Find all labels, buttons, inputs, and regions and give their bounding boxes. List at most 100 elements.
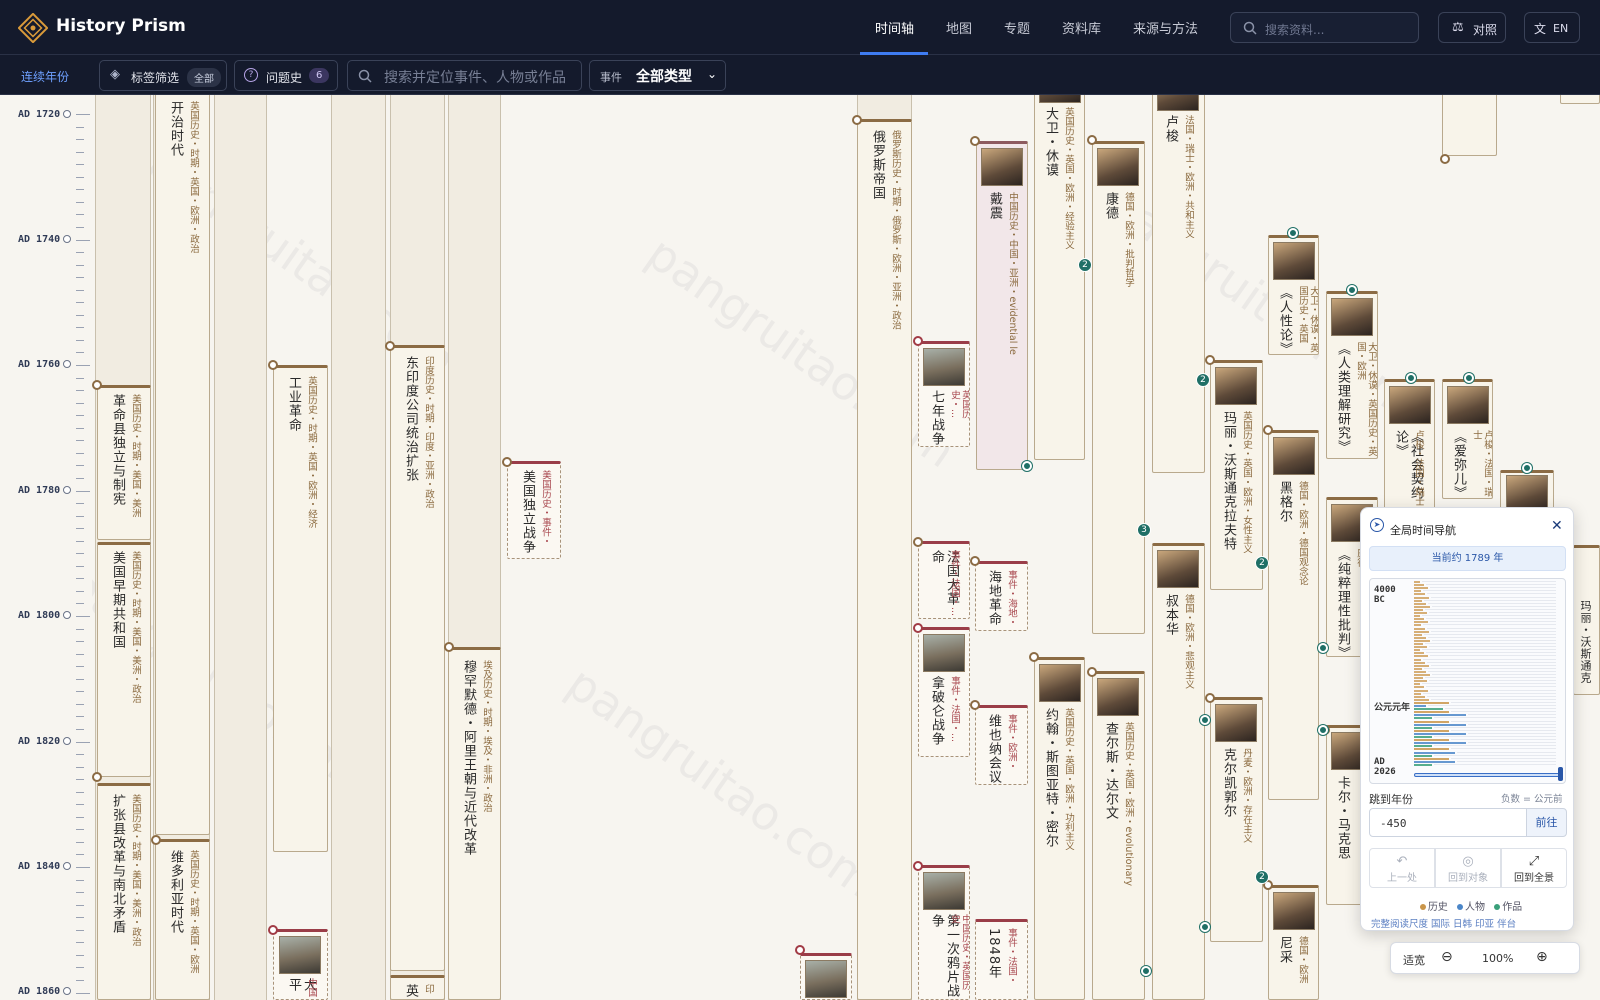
timeline-pin[interactable] bbox=[970, 700, 980, 710]
person-card[interactable]: 卢梭 法国・瑞士・欧洲・共和主义 bbox=[1152, 95, 1205, 473]
person-card[interactable]: 玛丽・沃斯通克 bbox=[1573, 545, 1600, 695]
timeline-pin[interactable] bbox=[852, 115, 862, 125]
link-dot[interactable] bbox=[1200, 715, 1210, 725]
event-card[interactable]: 美国独立战争 美国历史・事件・ bbox=[507, 461, 561, 559]
event-card[interactable]: 大平 中国 bbox=[273, 929, 328, 1000]
link-dot[interactable] bbox=[1406, 373, 1416, 383]
minimap-viewport[interactable] bbox=[1414, 773, 1562, 777]
work-card[interactable]: 《爱弥儿》 卢梭・法国・瑞士 bbox=[1442, 379, 1493, 499]
person-card[interactable]: 查尔斯・达尔文 英国历史・英国・欧洲・evolutionary bbox=[1092, 671, 1145, 1000]
timeline-pin[interactable] bbox=[970, 556, 980, 566]
jump-year-input[interactable]: -450 bbox=[1369, 808, 1527, 837]
timeline-pin[interactable] bbox=[1440, 154, 1450, 164]
timeline-search-input[interactable]: 搜索并定位事件、人物或作品 bbox=[347, 60, 582, 91]
person-card[interactable]: 黑格尔 德国・欧洲・德国观念论 bbox=[1268, 430, 1319, 800]
link-dot[interactable] bbox=[1141, 966, 1151, 976]
period-card[interactable]: 英 印 bbox=[390, 975, 445, 1000]
relation-count-badge[interactable]: 2 bbox=[1255, 870, 1269, 884]
period-card[interactable]: 革命县独立与制宪 美国历史・时期・美国・美洲 bbox=[97, 385, 151, 540]
zoom-out-icon[interactable]: ⊖ bbox=[1441, 949, 1453, 965]
timeline-pin[interactable] bbox=[970, 136, 980, 146]
timeline-pin[interactable] bbox=[1205, 693, 1215, 703]
period-card[interactable]: 维多利亚时代 英国历史・时期・英国・欧洲 bbox=[155, 839, 210, 1000]
timeline-pin[interactable] bbox=[1087, 135, 1097, 145]
work-card[interactable]: 《人类理解研究》 大卫・休谟・英国历史・英国・欧洲 bbox=[1326, 291, 1378, 459]
timeline-pin[interactable] bbox=[151, 835, 161, 845]
work-card[interactable]: 《社会契约论》 卢梭・法国・瑞士 bbox=[1384, 379, 1435, 509]
event-card[interactable] bbox=[800, 953, 852, 1000]
prism-logo-icon[interactable] bbox=[18, 13, 48, 43]
period-card[interactable]: 穆罕默德・阿里王朝与近代改革 埃及历史・时期・埃及・非洲・政治 bbox=[448, 647, 501, 1000]
relation-count-badge[interactable]: 2 bbox=[1196, 373, 1210, 387]
event-card[interactable]: 海地革命 事件・海地・ bbox=[975, 561, 1028, 631]
link-dot[interactable] bbox=[1318, 643, 1328, 653]
person-card[interactable]: 约翰・斯图亚特・密尔 英国历史・英国・欧洲・功利主义 bbox=[1034, 657, 1085, 1000]
minimap-handle[interactable] bbox=[1558, 767, 1563, 781]
timeline-pin[interactable] bbox=[913, 861, 923, 871]
event-card[interactable]: 法国大革命 事件・法国・... bbox=[918, 541, 970, 619]
nav-topics[interactable]: 专题 bbox=[1004, 18, 1030, 37]
timeline-pin[interactable] bbox=[913, 537, 923, 547]
scale-tabs-behind[interactable]: 完整阅读尺度 国际 日韩 印亚 伴台 bbox=[1371, 916, 1571, 930]
timeline-pin[interactable] bbox=[913, 336, 923, 346]
link-dot[interactable] bbox=[1200, 922, 1210, 932]
period-card[interactable] bbox=[1442, 95, 1497, 156]
event-card[interactable]: 七年战争 英国历史・... bbox=[918, 341, 970, 447]
prev-location-button[interactable]: ↶ 上一处 bbox=[1369, 848, 1435, 888]
tag-filter-button[interactable]: ◈ 标签筛选 全部 bbox=[99, 60, 227, 91]
timeline-pin[interactable] bbox=[268, 360, 278, 370]
event-card[interactable]: 拿破仑战争 事件・法国・... bbox=[918, 627, 970, 757]
link-dot[interactable] bbox=[1022, 461, 1032, 471]
timeline-pin[interactable] bbox=[444, 642, 454, 652]
link-dot[interactable] bbox=[1464, 373, 1474, 383]
back-to-object-button[interactable]: ◎ 回到对象 bbox=[1435, 848, 1501, 888]
event-card[interactable]: 第一次鸦片战争 中国历史・英国历史 bbox=[918, 865, 970, 1000]
period-card[interactable]: 俄罗斯帝国 俄罗斯历史・时期・俄罗斯・欧洲・亚洲・政治 bbox=[857, 119, 912, 1000]
link-dot[interactable] bbox=[1347, 285, 1357, 295]
timeline-pin[interactable] bbox=[502, 457, 512, 467]
person-card[interactable] bbox=[1500, 470, 1554, 510]
timeline-pin[interactable] bbox=[92, 380, 102, 390]
person-card[interactable]: 叔本华 德国・欧洲・悲观主义 bbox=[1152, 543, 1205, 1000]
person-card[interactable]: 大卫・休谟 英国历史・英国・欧洲・经验主义 bbox=[1034, 95, 1085, 460]
nav-sources[interactable]: 来源与方法 bbox=[1133, 18, 1198, 37]
work-card[interactable]: 《人性论》 大卫・休谟・英国历史・英国 bbox=[1268, 235, 1319, 355]
close-icon[interactable]: ✕ bbox=[1551, 518, 1563, 534]
event-card[interactable]: 维也纳会议 事件・欧洲・ bbox=[975, 705, 1028, 785]
person-card[interactable]: 克尔凯郭尔 丹麦・欧洲・存在主义 bbox=[1210, 697, 1263, 942]
timeline-pin[interactable] bbox=[92, 772, 102, 782]
zoom-in-icon[interactable]: ⊕ bbox=[1536, 949, 1548, 965]
event-card[interactable]: 1848年 事件・法国・ bbox=[975, 919, 1028, 1000]
timeline-pin[interactable] bbox=[268, 925, 278, 935]
timeline-pin[interactable] bbox=[1205, 355, 1215, 365]
timeline-pin[interactable] bbox=[1087, 667, 1097, 677]
year-mode-toggle[interactable]: 连续年份 bbox=[21, 68, 69, 85]
relation-count-badge[interactable]: 3 bbox=[1137, 523, 1151, 537]
nav-map[interactable]: 地图 bbox=[946, 18, 972, 37]
person-card[interactable]: 戴震 中国历史・中国・亚洲・evidential le bbox=[976, 141, 1028, 470]
relation-count-badge[interactable]: 2 bbox=[1255, 556, 1269, 570]
app-title[interactable]: History Prism bbox=[56, 16, 186, 36]
nav-library[interactable]: 资料库 bbox=[1062, 18, 1101, 37]
compare-button[interactable]: ⚖ 对照 bbox=[1438, 12, 1506, 43]
period-card[interactable]: 开治时代 英国历史・时期・英国・欧洲・政治 bbox=[155, 95, 210, 835]
period-card[interactable]: 东印度公司统治扩张 印度历史・时期・印度・亚洲・政治 bbox=[390, 345, 445, 971]
relation-count-badge[interactable]: 2 bbox=[1078, 258, 1092, 272]
jump-go-button[interactable]: 前往 bbox=[1526, 808, 1567, 837]
problem-history-button[interactable]: ? 问题史 6 bbox=[234, 60, 338, 91]
person-card[interactable]: 尼采 德国・欧洲 bbox=[1268, 885, 1319, 1000]
timeline-minimap[interactable]: 4000 BC 公元元年 AD 2026 bbox=[1369, 578, 1566, 784]
timeline-pin[interactable] bbox=[1029, 652, 1039, 662]
link-dot[interactable] bbox=[1522, 463, 1532, 473]
person-card[interactable]: 玛丽・沃斯通克拉夫特 英国历史・英国・欧洲・女性主义 bbox=[1210, 360, 1263, 590]
period-card[interactable]: 美国早期共和国 美国历史・时期・美国・美洲・政治 bbox=[97, 542, 151, 777]
period-card[interactable] bbox=[1560, 95, 1600, 104]
link-dot[interactable] bbox=[1288, 228, 1298, 238]
nav-timeline[interactable]: 时间轴 bbox=[875, 18, 914, 37]
type-select[interactable]: 事件 全部类型 ⌄ bbox=[589, 60, 726, 91]
period-card[interactable]: 扩张县改革与南北矛盾 美国历史・时期・美国・美洲・政治 bbox=[97, 783, 151, 1000]
global-search-input[interactable]: 搜索资料... bbox=[1230, 12, 1419, 43]
overview-button[interactable]: ⤢ 回到全景 bbox=[1501, 848, 1567, 888]
timeline-pin[interactable] bbox=[795, 945, 805, 955]
period-card[interactable]: 工业革命 英国历史・时期・英国・欧洲・经济 bbox=[273, 365, 328, 852]
